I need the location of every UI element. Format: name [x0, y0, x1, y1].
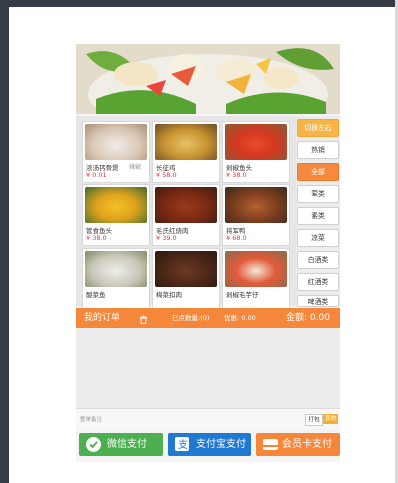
dish-price: ¥ 58.0: [156, 171, 177, 179]
dish-card[interactable]: 梅菜扣肉: [152, 248, 220, 310]
remark-bar: 整单备注 打包 其他: [76, 408, 340, 429]
dish-photo: [155, 251, 217, 287]
dish-card[interactable]: 长征鸡 ¥ 58.0: [152, 121, 220, 183]
pack-button[interactable]: 打包: [305, 414, 323, 426]
window-left-border: [0, 0, 9, 483]
dish-name: 剁椒毛芋仔: [226, 291, 259, 299]
payment-row: 微信支付 支 支付宝支付 会员卡支付: [76, 433, 340, 458]
order-discount: 优惠: 0.00: [224, 314, 256, 322]
category-cold-dish[interactable]: 凉菜: [297, 229, 339, 247]
dish-price: ¥ 68.0: [226, 234, 247, 242]
window-top-border: [0, 0, 398, 7]
dish-photo: [155, 187, 217, 223]
dish-price: ¥ 0.01: [86, 171, 107, 179]
dish-card[interactable]: 毛氏红烧肉 ¥ 39.0: [152, 184, 220, 246]
order-title: 我的订单: [84, 313, 121, 323]
order-list-area: [76, 328, 340, 408]
order-summary-bar: 我的订单 已点数量:(0) 优惠: 0.00 金额: 0.00: [76, 308, 340, 328]
dish-price: ¥ 38.0: [86, 234, 107, 242]
order-count: 已点数量:(0): [172, 314, 210, 322]
dish-price: ¥ 38.0: [226, 171, 247, 179]
dish-price: ¥ 39.0: [156, 234, 177, 242]
dish-photo: [85, 251, 147, 287]
trash-icon[interactable]: [139, 308, 148, 328]
pos-app-screen: 浓汤钙骨煲 辣椒 ¥ 0.01 长征鸡 ¥ 58.0 剁椒鱼头 ¥ 38.0 管…: [76, 44, 340, 462]
dish-photo: [225, 187, 287, 223]
alipay-label: 支付宝支付: [196, 439, 246, 450]
member-card-icon: [263, 439, 278, 450]
alipay-button[interactable]: 支 支付宝支付: [168, 433, 251, 456]
member-card-pay-button[interactable]: 会员卡支付: [256, 433, 340, 456]
dish-card[interactable]: 剁椒鱼头 ¥ 38.0: [222, 121, 290, 183]
category-liquor[interactable]: 白酒类: [297, 251, 339, 269]
dish-card[interactable]: 将军鸭 ¥ 68.0: [222, 184, 290, 246]
dish-name: 酸菜鱼: [86, 291, 106, 299]
member-card-label: 会员卡支付: [282, 439, 332, 450]
dish-card[interactable]: 管食鱼头 ¥ 38.0: [82, 184, 150, 246]
wechat-pay-label: 微信支付: [107, 439, 147, 450]
other-button[interactable]: 其他: [323, 414, 338, 424]
category-beer[interactable]: 啤酒类: [297, 295, 339, 307]
category-hot[interactable]: 热销: [297, 141, 339, 159]
switch-side-button[interactable]: 切换左右: [297, 119, 339, 137]
svg-text:支: 支: [178, 439, 188, 451]
order-total: 金额: 0.00: [286, 313, 330, 323]
dish-name: 梅菜扣肉: [156, 291, 182, 299]
dish-card[interactable]: 酸菜鱼: [82, 248, 150, 310]
wechat-check-icon: [86, 437, 101, 452]
category-vegetable[interactable]: 素类: [297, 207, 339, 225]
category-meat[interactable]: 荤类: [297, 185, 339, 203]
alipay-icon: 支: [175, 437, 189, 451]
category-all[interactable]: 全部: [297, 163, 339, 181]
dish-card[interactable]: 浓汤钙骨煲 辣椒 ¥ 0.01: [82, 121, 150, 183]
banner-food-image: [76, 44, 340, 114]
category-column: 切换左右 热销 全部 荤类 素类 凉菜 白酒类 红酒类 啤酒类: [296, 116, 340, 307]
dish-photo: [225, 124, 287, 160]
wechat-pay-button[interactable]: 微信支付: [79, 433, 163, 456]
dish-photo: [85, 124, 147, 160]
remark-input[interactable]: 整单备注: [80, 415, 102, 423]
dish-photo: [155, 124, 217, 160]
dish-photo: [85, 187, 147, 223]
category-wine[interactable]: 红酒类: [297, 273, 339, 291]
dish-photo: [225, 251, 287, 287]
dish-name-extra: 辣椒: [129, 164, 142, 171]
dish-card[interactable]: 剁椒毛芋仔: [222, 248, 290, 310]
